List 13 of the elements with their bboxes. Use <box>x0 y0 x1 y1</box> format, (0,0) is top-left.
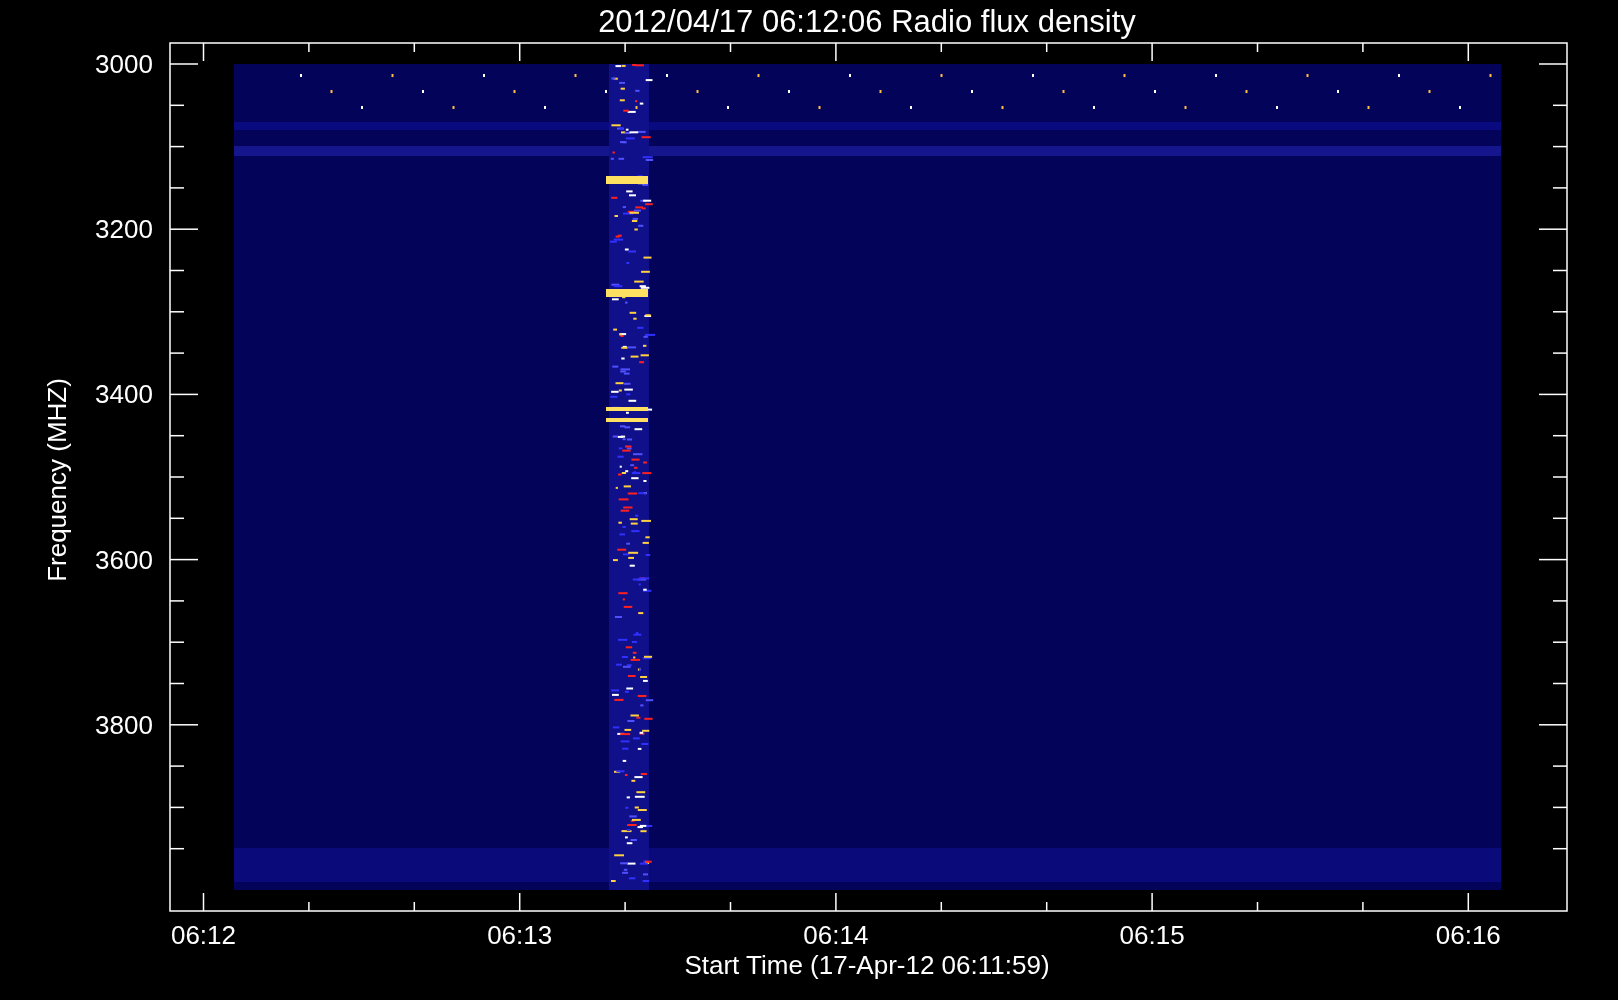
x-axis-label: Start Time (17-Apr-12 06:11:59) <box>684 950 1050 980</box>
y-tick-label: 3400 <box>95 379 153 410</box>
y-tick-label: 3200 <box>95 214 153 245</box>
x-tick-label: 06:14 <box>803 920 869 950</box>
x-tick-label: 06:16 <box>1435 920 1501 950</box>
chart-title: 2012/04/17 06:12:06 Radio flux density <box>598 4 1136 39</box>
x-tick-label: 06:12 <box>170 920 237 950</box>
y-axis-label: Frequency (MHZ) <box>42 378 72 582</box>
x-tick-label: 06:15 <box>1119 920 1185 950</box>
y-tick-label: 3000 <box>95 49 153 79</box>
y-tick-label: 3600 <box>95 544 153 575</box>
y-tick-label: 3800 <box>95 709 153 740</box>
x-tick-label: 06:13 <box>487 920 553 950</box>
